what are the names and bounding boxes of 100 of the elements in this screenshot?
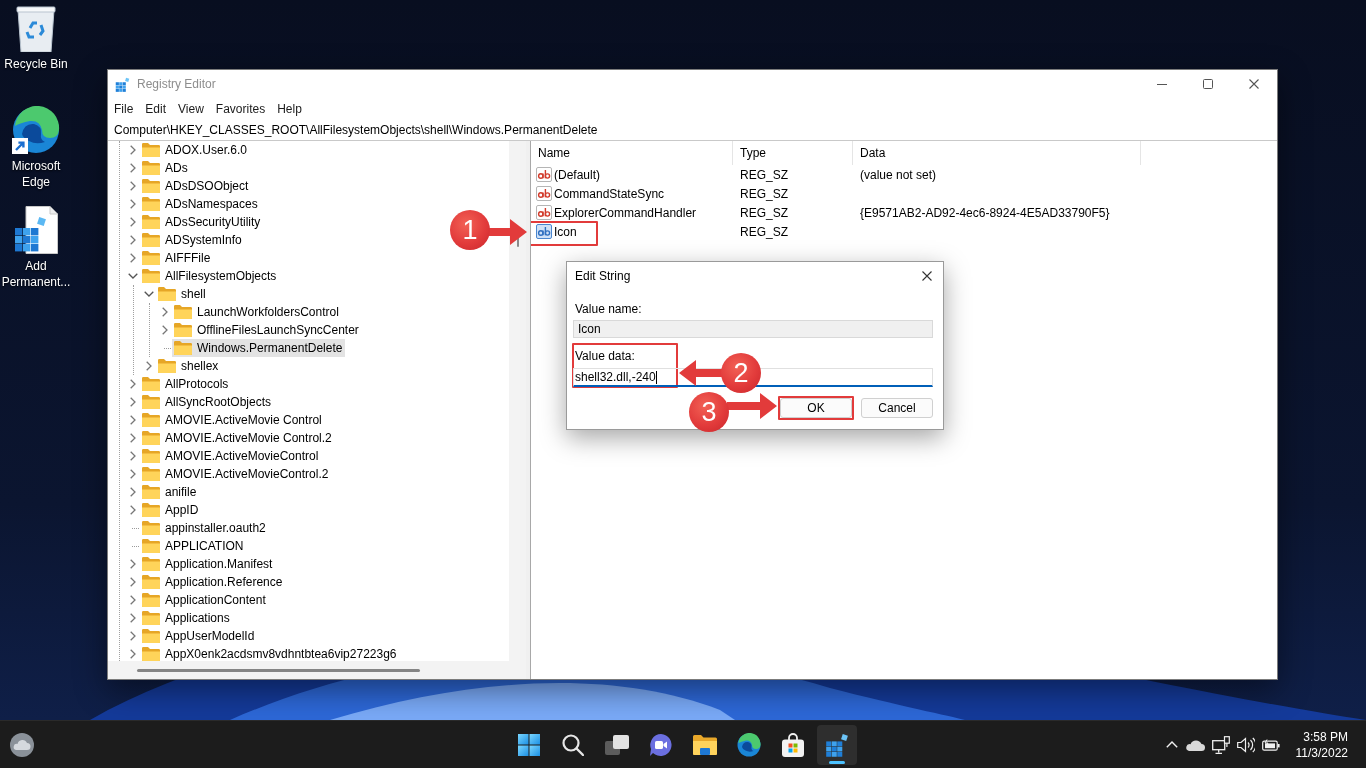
tree-item[interactable]: ADsNamespaces bbox=[140, 195, 261, 213]
column-header[interactable]: Data bbox=[853, 141, 1141, 165]
tree-item[interactable]: AllSyncRootObjects bbox=[140, 393, 275, 411]
tree-item[interactable]: AMOVIE.ActiveMovieControl bbox=[140, 447, 322, 465]
tree-item[interactable]: AllProtocols bbox=[140, 375, 232, 393]
tree-item[interactable]: shellex bbox=[156, 357, 222, 375]
chevron-right-icon[interactable] bbox=[130, 469, 136, 479]
tree-item[interactable]: APPLICATION bbox=[140, 537, 247, 555]
clock-time[interactable]: 3:58 PM bbox=[1303, 728, 1348, 745]
folder-icon bbox=[142, 593, 160, 607]
arrow-icon bbox=[679, 360, 723, 386]
chevron-right-icon[interactable] bbox=[130, 649, 136, 659]
chevron-right-icon[interactable] bbox=[130, 433, 136, 443]
tree-item[interactable]: Application.Manifest bbox=[140, 555, 276, 573]
chevron-right-icon[interactable] bbox=[130, 199, 136, 209]
column-header[interactable]: Name bbox=[531, 141, 733, 165]
chevron-right-icon[interactable] bbox=[130, 181, 136, 191]
chevron-right-icon[interactable] bbox=[130, 145, 136, 155]
folder-icon bbox=[142, 575, 160, 589]
chevron-right-icon[interactable] bbox=[130, 613, 136, 623]
value-name[interactable]: ExplorerCommandHandler bbox=[554, 205, 697, 220]
chevron-right-icon[interactable] bbox=[130, 379, 136, 389]
tree-item[interactable]: ADsDSOObject bbox=[140, 177, 252, 195]
menu-item[interactable]: View bbox=[172, 99, 210, 119]
tree-item[interactable]: AMOVIE.ActiveMovieControl.2 bbox=[140, 465, 332, 483]
tree-item[interactable]: Applications bbox=[140, 609, 233, 627]
tree-item[interactable]: shell bbox=[156, 285, 209, 303]
tree-item[interactable]: AMOVIE.ActiveMovie Control bbox=[140, 411, 325, 429]
tree-item[interactable]: LaunchWorkfoldersControl bbox=[172, 303, 342, 321]
column-header[interactable]: Type bbox=[733, 141, 853, 165]
chevron-right-icon[interactable] bbox=[130, 577, 136, 587]
chevron-right-icon[interactable] bbox=[130, 451, 136, 461]
tree-item[interactable]: AppUserModelId bbox=[140, 627, 258, 645]
chevron-right-icon[interactable] bbox=[130, 559, 136, 569]
folder-icon bbox=[142, 251, 160, 265]
folder-icon bbox=[142, 269, 160, 283]
cloud-icon[interactable] bbox=[1184, 738, 1205, 751]
tree-item[interactable]: ADSystemInfo bbox=[140, 231, 245, 249]
stacked-windows-icon bbox=[605, 734, 629, 755]
tree-item[interactable]: anifile bbox=[140, 483, 200, 501]
chevron-right-icon[interactable] bbox=[130, 415, 136, 425]
chevron-right-icon[interactable] bbox=[130, 235, 136, 245]
tree-item[interactable]: AllFilesystemObjects bbox=[140, 267, 280, 285]
tree-item[interactable]: Windows.PermanentDelete bbox=[172, 339, 346, 357]
tree-item[interactable]: ADs bbox=[140, 159, 191, 177]
chevron-right-icon[interactable] bbox=[162, 307, 168, 317]
value-data: (value not set) bbox=[860, 167, 937, 182]
chevron-down-icon[interactable] bbox=[128, 273, 138, 279]
battery-icon[interactable] bbox=[1261, 738, 1280, 751]
chevron-right-icon[interactable] bbox=[130, 487, 136, 497]
chevron-right-icon[interactable] bbox=[130, 253, 136, 263]
menu-item[interactable]: Favorites bbox=[209, 99, 272, 119]
chevron-right-icon[interactable] bbox=[162, 325, 168, 335]
field-label: Value name: bbox=[574, 301, 642, 317]
tree-item[interactable]: AMOVIE.ActiveMovie Control.2 bbox=[140, 429, 335, 447]
shopping-bag-icon bbox=[782, 732, 804, 757]
tree-item[interactable]: ADsSecurityUtility bbox=[140, 213, 264, 231]
tree-item[interactable]: AIFFFile bbox=[140, 249, 214, 267]
folder-icon bbox=[142, 179, 160, 193]
close-icon bbox=[1249, 79, 1259, 89]
monitor-icon[interactable] bbox=[1211, 735, 1230, 754]
value-name[interactable]: Icon bbox=[554, 224, 577, 239]
speaker-icon[interactable] bbox=[1236, 736, 1255, 753]
clock-date[interactable]: 11/3/2022 bbox=[1295, 744, 1348, 761]
value-name[interactable]: (Default) bbox=[554, 167, 600, 182]
desktop-icon-label[interactable]: Microsoft Edge bbox=[0, 158, 72, 190]
tree-item[interactable]: AppX0enk2acdsmv8vdhntbtea6vip27223g6 bbox=[140, 645, 400, 661]
tree-item[interactable]: Application.Reference bbox=[140, 573, 286, 591]
menu-item[interactable]: File bbox=[108, 99, 140, 119]
close-icon bbox=[922, 271, 932, 281]
chevron-right-icon[interactable] bbox=[130, 505, 136, 515]
chevron-right-icon[interactable] bbox=[146, 361, 152, 371]
address-field[interactable]: Computer\HKEY_CLASSES_ROOT\AllFilesystemObjects\shell\Windows.PermanentDelete bbox=[108, 120, 1277, 141]
chevron-right-icon[interactable] bbox=[130, 163, 136, 173]
chevron-right-icon[interactable] bbox=[130, 397, 136, 407]
tree-item[interactable]: OfflineFilesLaunchSyncCenter bbox=[172, 321, 362, 339]
chevron-right-icon[interactable] bbox=[130, 631, 136, 641]
tree-item[interactable]: ADOX.User.6.0 bbox=[140, 141, 251, 159]
menu-item[interactable]: Edit bbox=[139, 99, 173, 119]
chevron-down-icon[interactable] bbox=[144, 291, 154, 297]
tree-item[interactable]: appinstaller.oauth2 bbox=[140, 519, 269, 537]
chevron-right-icon[interactable] bbox=[130, 217, 136, 227]
dialog-button[interactable]: OK bbox=[780, 398, 852, 418]
folder-icon bbox=[158, 359, 176, 373]
document-cubes-icon bbox=[14, 206, 58, 254]
scrollbar-thumb[interactable] bbox=[137, 668, 420, 672]
desktop-icon-label[interactable]: Add Permanent... bbox=[0, 258, 72, 290]
folder-icon bbox=[142, 449, 160, 463]
tree-item[interactable]: AppID bbox=[140, 501, 202, 519]
chevron-up-icon[interactable] bbox=[1165, 741, 1178, 748]
value-type: REG_SZ bbox=[740, 186, 788, 201]
scrollbar-track[interactable] bbox=[108, 661, 526, 679]
desktop-icon-label[interactable]: Recycle Bin bbox=[0, 56, 72, 72]
taskbar-button[interactable] bbox=[817, 724, 857, 765]
menu-item[interactable]: Help bbox=[271, 99, 308, 119]
dialog-button[interactable]: Cancel bbox=[861, 398, 933, 418]
value-name[interactable]: CommandStateSync bbox=[554, 186, 665, 201]
chevron-right-icon[interactable] bbox=[130, 595, 136, 605]
tree-item[interactable]: ApplicationContent bbox=[140, 591, 269, 609]
text-field[interactable]: Icon bbox=[573, 320, 933, 338]
